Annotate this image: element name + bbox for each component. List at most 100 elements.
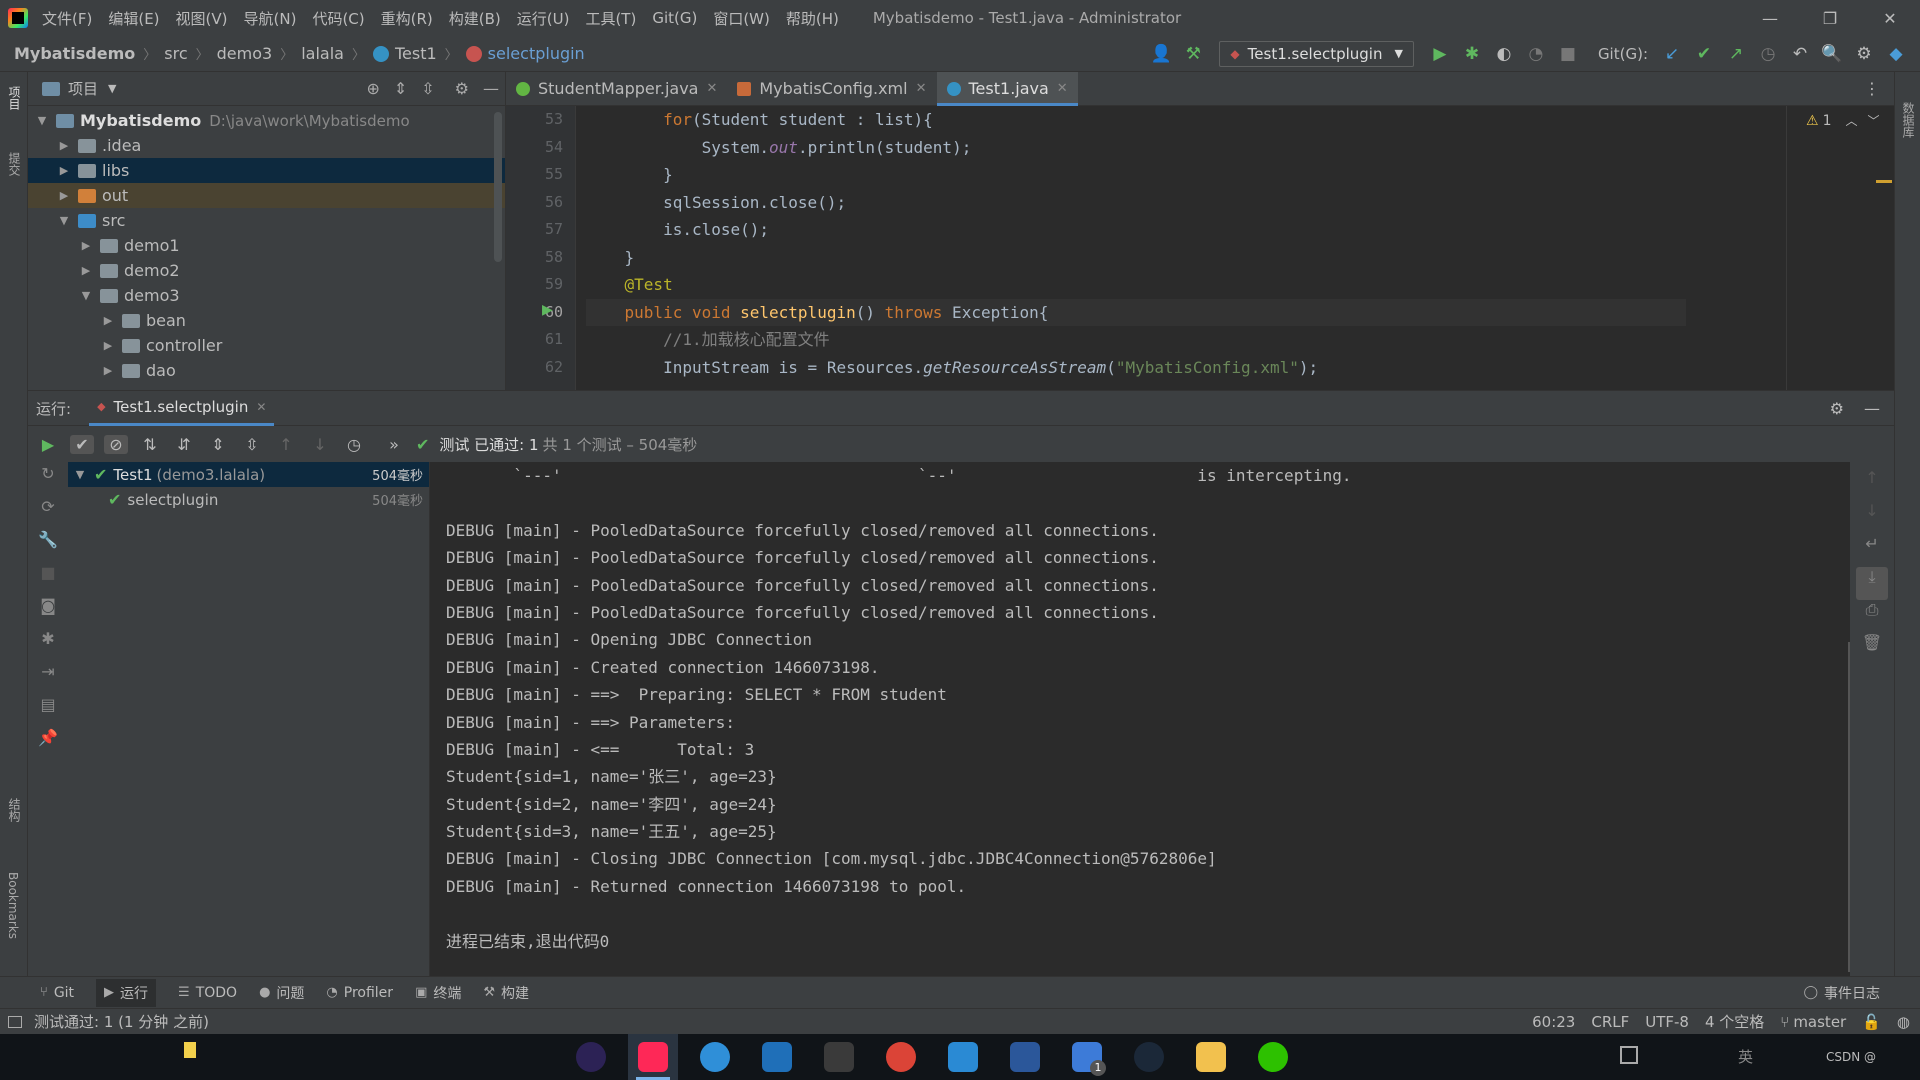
breadcrumb-src[interactable]: src: [164, 44, 187, 63]
chevron-right-icon[interactable]: ▶: [56, 139, 72, 152]
arrow-up-icon[interactable]: ↑: [1850, 468, 1894, 501]
breadcrumb-selectplugin[interactable]: selectplugin: [488, 44, 585, 63]
collapse-all-icon[interactable]: ⇳: [421, 79, 434, 98]
menu-build[interactable]: 构建(B): [449, 8, 501, 29]
intellij-app[interactable]: [628, 1034, 678, 1080]
chrome-app[interactable]: [876, 1034, 926, 1080]
project-panel-title[interactable]: 项目: [68, 78, 98, 99]
structure-tool-tab[interactable]: 结构: [6, 798, 23, 822]
exit-icon[interactable]: ⇥: [28, 662, 68, 695]
tree-item-demo1[interactable]: ▶ demo1: [28, 233, 505, 258]
chevron-right-icon[interactable]: ▶: [78, 239, 94, 252]
chevron-right-icon[interactable]: ▶: [56, 189, 72, 202]
coverage-icon[interactable]: ◐: [1488, 44, 1520, 64]
project-scrollbar[interactable]: [494, 112, 502, 262]
menu-navigate[interactable]: 导航(N): [244, 8, 297, 29]
sort-alpha-icon[interactable]: ⇅: [138, 435, 162, 454]
file-encoding[interactable]: UTF-8: [1645, 1013, 1689, 1031]
user-icon[interactable]: 👤: [1145, 44, 1177, 64]
tool-git[interactable]: ⑂ Git: [40, 985, 74, 1001]
prev-failed-icon[interactable]: ↑: [274, 435, 298, 454]
breadcrumb-lalala[interactable]: lalala: [301, 44, 344, 63]
debug-icon[interactable]: ✱: [1456, 44, 1488, 64]
eclipse-app[interactable]: [566, 1034, 616, 1080]
history-icon[interactable]: ◷: [342, 435, 366, 454]
tool-terminal[interactable]: ▣ 终端: [415, 983, 461, 1003]
status-message[interactable]: 测试通过: 1 (1 分钟 之前): [34, 1011, 209, 1032]
history-icon[interactable]: ◷: [1752, 44, 1784, 64]
gear-icon[interactable]: ⚙: [1848, 44, 1880, 64]
ime-indicator[interactable]: 英: [1738, 1046, 1753, 1067]
rollback-icon[interactable]: ↶: [1784, 44, 1816, 64]
run-test-gutter-icon[interactable]: ▶: [542, 302, 553, 318]
restore-button[interactable]: ❐: [1800, 9, 1860, 28]
soft-wrap-icon[interactable]: ↵: [1850, 534, 1894, 567]
toggle-auto-test-icon[interactable]: ⟳: [28, 497, 68, 530]
arrow-down-icon[interactable]: ↓: [1850, 501, 1894, 534]
bug-icon[interactable]: ✱: [28, 629, 68, 662]
run-config-select[interactable]: ◆ Test1.selectplugin ▼: [1219, 40, 1414, 67]
chevron-down-icon[interactable]: ▼: [34, 114, 50, 127]
tree-item-libs[interactable]: ▶ libs: [28, 158, 505, 183]
show-passed-icon[interactable]: ✔: [70, 434, 94, 454]
caret-position[interactable]: 60:23: [1532, 1013, 1575, 1031]
chevron-right-icon[interactable]: ▶: [100, 364, 116, 377]
commit-tool-tab[interactable]: 提交: [6, 152, 23, 176]
close-icon[interactable]: ✕: [706, 81, 717, 96]
console-output[interactable]: `---' `--' is intercepting. DEBUG [main] …: [430, 462, 1850, 976]
collapse-all-icon[interactable]: ⇳: [240, 435, 264, 454]
sticky-note-icon[interactable]: [184, 1042, 196, 1058]
chevron-right-icon[interactable]: ▶: [78, 264, 94, 277]
app-orange-blue[interactable]: [752, 1034, 802, 1080]
chevron-down-icon[interactable]: ▼: [72, 468, 88, 481]
menu-tools[interactable]: 工具(T): [585, 8, 636, 29]
file-explorer-app[interactable]: [1186, 1034, 1236, 1080]
camera-icon[interactable]: ◙: [28, 596, 68, 629]
next-failed-icon[interactable]: ↓: [308, 435, 332, 454]
trash-icon[interactable]: 🗑: [1850, 633, 1894, 666]
task-view-icon[interactable]: [1620, 1046, 1638, 1064]
search-icon[interactable]: 🔍: [1816, 44, 1848, 64]
chevron-right-icon[interactable]: ▶: [100, 314, 116, 327]
menu-file[interactable]: 文件(F): [42, 8, 92, 29]
chevron-down-icon[interactable]: ▼: [56, 214, 72, 227]
close-button[interactable]: ✕: [1860, 9, 1920, 28]
git-commit-icon[interactable]: ✔: [1688, 44, 1720, 64]
show-ignored-icon[interactable]: ⊘: [104, 434, 128, 454]
chevron-up-icon[interactable]: ︿: [1845, 112, 1857, 129]
chevron-down-icon[interactable]: ▼: [78, 289, 94, 302]
tab-test1[interactable]: Test1.java ✕: [936, 71, 1078, 106]
git-update-icon[interactable]: ↙: [1656, 44, 1688, 64]
terminal-app[interactable]: [814, 1034, 864, 1080]
git-push-icon[interactable]: ↗: [1720, 44, 1752, 64]
expand-all-icon[interactable]: ⇕: [394, 79, 407, 98]
steam-app[interactable]: [1124, 1034, 1174, 1080]
rerun-failed-icon[interactable]: ↻: [28, 464, 68, 497]
menu-window[interactable]: 窗口(W): [713, 8, 770, 29]
close-icon[interactable]: ✕: [916, 81, 927, 96]
hide-icon[interactable]: —: [1864, 399, 1880, 418]
profile-icon[interactable]: ◔: [1520, 44, 1552, 64]
print-icon[interactable]: ⎙: [1850, 600, 1894, 633]
tree-item-controller[interactable]: ▶ controller: [28, 333, 505, 358]
chevron-right-icon[interactable]: ▶: [56, 164, 72, 177]
build-hammer-icon[interactable]: ⚒: [1177, 44, 1209, 64]
expand-all-icon[interactable]: ⇕: [206, 435, 230, 454]
layout-icon[interactable]: ▤: [28, 695, 68, 728]
tree-item-idea[interactable]: ▶ .idea: [28, 133, 505, 158]
breadcrumb-test1[interactable]: Test1: [395, 44, 437, 63]
git-branch[interactable]: ⑂ master: [1780, 1013, 1846, 1031]
line-separator[interactable]: CRLF: [1591, 1013, 1629, 1031]
locate-icon[interactable]: ⊕: [366, 79, 379, 98]
toggle-tool-windows-icon[interactable]: [8, 1015, 22, 1028]
gear-icon[interactable]: ⚙: [455, 79, 469, 98]
chevron-down-icon[interactable]: ﹀: [1868, 112, 1880, 129]
stop-icon[interactable]: ■: [28, 563, 68, 596]
run-tab[interactable]: ◆ Test1.selectplugin ✕: [89, 391, 275, 426]
test-suite-row[interactable]: ▼ ✔ Test1 (demo3.lalala) 504毫秒: [68, 462, 429, 487]
tool-problems[interactable]: ● 问题: [259, 983, 304, 1003]
menu-run[interactable]: 运行(U): [517, 8, 570, 29]
wechat-app[interactable]: [1248, 1034, 1298, 1080]
tool-todo[interactable]: ☰ TODO: [178, 985, 237, 1001]
database-tool-tab[interactable]: 数据库: [1900, 102, 1917, 138]
